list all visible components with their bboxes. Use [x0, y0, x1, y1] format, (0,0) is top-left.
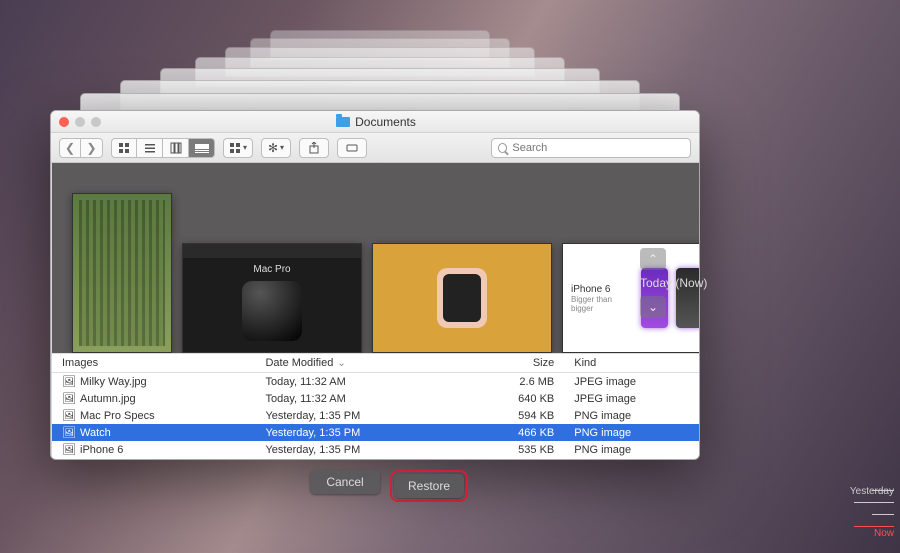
- finder-window: Documents ❮ ❯ ▾ ✻▾ Favorites ▤All My Fil…: [50, 110, 700, 460]
- chevron-down-icon: ⌄: [337, 358, 345, 369]
- thumb-autumn[interactable]: [72, 193, 172, 353]
- timeline-label-now: Now: [874, 528, 894, 539]
- col-kind[interactable]: Kind: [564, 354, 700, 373]
- zoom-icon[interactable]: [91, 117, 101, 127]
- search-field[interactable]: [491, 138, 691, 158]
- minimize-icon[interactable]: [75, 117, 85, 127]
- share-button[interactable]: [299, 138, 329, 158]
- view-switcher: [111, 138, 215, 158]
- close-icon[interactable]: [59, 117, 69, 127]
- search-icon: [498, 143, 507, 153]
- icon-view-button[interactable]: [111, 138, 137, 158]
- restore-button[interactable]: Restore: [394, 474, 464, 498]
- current-snapshot-label: Today (Now): [640, 276, 800, 290]
- coverflow-preview[interactable]: Mac Pro iPhone 6Bigger than bigger: [52, 163, 700, 353]
- thumb-mac-pro-specs[interactable]: Mac Pro: [182, 243, 362, 353]
- thumb-watch[interactable]: [372, 243, 552, 353]
- table-row[interactable]: 🖼WatchYesterday, 1:35 PM466 KBPNG image: [52, 424, 700, 441]
- col-date-modified[interactable]: Date Modified⌄: [255, 354, 462, 373]
- back-button[interactable]: ❮: [59, 138, 81, 158]
- col-size[interactable]: Size: [463, 354, 564, 373]
- timeline-label-yesterday: Yesterday: [850, 486, 894, 497]
- tags-button[interactable]: [337, 138, 367, 158]
- cancel-button[interactable]: Cancel: [310, 470, 380, 494]
- time-navigator: ⌃ Today (Now) ⌄: [640, 248, 800, 324]
- table-row[interactable]: 🖼Autumn.jpgToday, 11:32 AM640 KBJPEG ima…: [52, 390, 700, 407]
- window-title: Documents: [355, 115, 416, 129]
- file-table: Images Date Modified⌄ Size Kind 🖼Milky W…: [52, 353, 700, 459]
- folder-icon: [336, 117, 350, 127]
- table-row[interactable]: 🖼Mac Pro SpecsYesterday, 1:35 PM594 KBPN…: [52, 407, 700, 424]
- forward-button[interactable]: ❯: [81, 138, 103, 158]
- nav-up-button[interactable]: ⌃: [640, 248, 666, 270]
- coverflow-view-button[interactable]: [189, 138, 215, 158]
- nav-down-button[interactable]: ⌄: [640, 296, 666, 318]
- table-row[interactable]: 🖼iPhone 6Yesterday, 1:35 PM535 KBPNG ima…: [52, 441, 700, 458]
- restore-highlight: Restore: [390, 470, 468, 502]
- list-view-button[interactable]: [137, 138, 163, 158]
- time-machine-stack: [50, 30, 700, 110]
- table-row[interactable]: 🖼Milky Way.jpgToday, 11:32 AM2.6 MBJPEG …: [52, 373, 700, 391]
- watch-icon: [437, 268, 487, 328]
- traffic-lights: [59, 117, 101, 127]
- content-area: Mac Pro iPhone 6Bigger than bigger Image…: [52, 163, 700, 459]
- titlebar[interactable]: Documents: [51, 111, 699, 133]
- arrange-button[interactable]: ▾: [223, 138, 253, 158]
- search-input[interactable]: [512, 142, 684, 154]
- action-button[interactable]: ✻▾: [261, 138, 291, 158]
- column-view-button[interactable]: [163, 138, 189, 158]
- col-images[interactable]: Images: [52, 354, 255, 373]
- toolbar: ❮ ❯ ▾ ✻▾: [51, 133, 699, 163]
